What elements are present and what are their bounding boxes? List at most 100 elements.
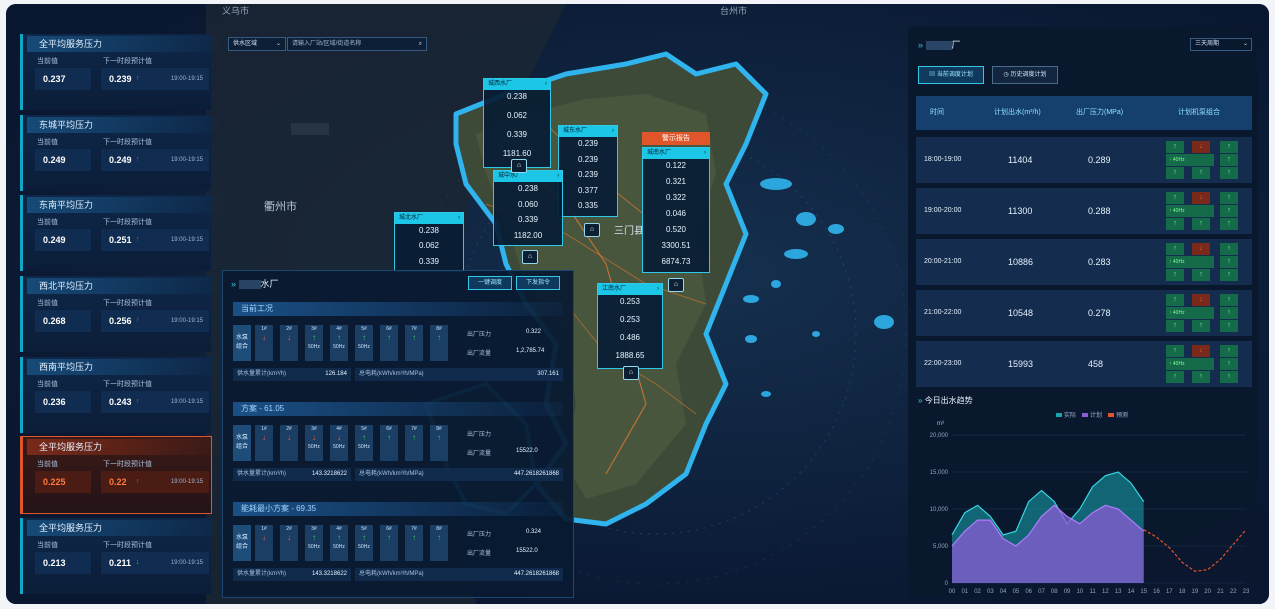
plant-popup[interactable]: 城西水厂 › 0.238 0.062 0.339 1181.60 <box>483 78 551 168</box>
pressure-card[interactable]: 全平均服务压力 当前值 下一时段预计值 0.225 0.22 ↑ 19:00-19:15 <box>20 436 223 514</box>
schedule-row[interactable]: 20:00-21:00 10886 0.283 ↑ ↓ ↑ ↑ 40Hz ↑ ↑ ↑ ↑ <box>916 239 1252 285</box>
period-select[interactable]: 三天周期 ⌄ <box>1190 38 1252 51</box>
chevron-right-icon: › <box>657 286 659 292</box>
pump-frequency: 50Hz <box>333 344 345 350</box>
outlet-flow-label: 出厂流量 <box>467 351 492 357</box>
popup-value: 0.238 <box>506 92 528 101</box>
energy-value: 447.2618261868 <box>513 471 559 477</box>
pump-cell[interactable]: 7# ↑ <box>405 325 423 361</box>
pump-cell[interactable]: 2# ↓ <box>280 325 298 361</box>
pump-label: 4# <box>336 426 342 432</box>
arrow-up-icon: ↑ <box>1220 167 1238 179</box>
pressure-card[interactable]: 东城平均压力 当前值 下一时段预计值 0.249 0.249 ↑ 19:00-19:15 <box>20 115 223 191</box>
region-filter-select[interactable]: 供水区域 ⌄ <box>228 37 286 51</box>
pump-cell[interactable]: 5# ↑ 50Hz <box>355 525 373 561</box>
schedule-row[interactable]: 22:00-23:00 15993 458 ↑ ↓ ↑ ↑ 40Hz ↑ ↑ ↑ ↑ <box>916 341 1252 387</box>
schedule-row[interactable]: 21:00-22:00 10548 0.278 ↑ ↓ ↑ ↑ 40Hz ↑ ↑ ↑ ↑ <box>916 290 1252 336</box>
pump-cell[interactable]: 6# ↑ <box>380 425 398 461</box>
pump-cell[interactable]: 2# ↓ <box>280 525 298 561</box>
row-flow: 15993 <box>1008 359 1034 369</box>
forecast-time: 19:00-19:15 <box>170 76 203 82</box>
arrow-up-icon: ↑ <box>1192 218 1210 230</box>
outlet-pressure-value: 0.324 <box>526 529 542 535</box>
pump-cell[interactable]: 8# ↑ <box>430 525 448 561</box>
plant-popup[interactable]: 江南水厂 › 0.253 0.253 0.486 1888.65 <box>597 283 663 369</box>
schedule-row[interactable]: 19:00-20:00 11300 0.288 ↑ ↓ ↑ ↑ 40Hz ↑ ↑ ↑ ↑ <box>916 188 1252 234</box>
plant-popup[interactable]: 城南水厂 › 0.122 0.321 0.322 0.046 0.520 3300.51 687… <box>642 147 710 273</box>
pump-cell[interactable]: 3# ↑ 50Hz <box>305 525 323 561</box>
arrow-down-icon: ↓ <box>1192 345 1210 357</box>
pump-cell[interactable]: 6# ↑ <box>380 325 398 361</box>
pressure-card[interactable]: 西南平均压力 当前值 下一时段预计值 0.236 0.243 ↑ 19:00-19:15 <box>20 357 223 433</box>
history-plan-button[interactable]: ◷ 历史调度计划 <box>992 66 1058 84</box>
next-value-box: 0.239 ↑ 19:00-19:15 <box>101 68 209 90</box>
pump-cell[interactable]: 3# ↓ 50Hz <box>305 425 323 461</box>
pump-cell[interactable]: 5# ↑ 50Hz <box>355 425 373 461</box>
pump-label: 2# <box>286 526 292 532</box>
current-plan-button[interactable]: ▤ 当前调度计划 <box>918 66 984 84</box>
plant-pin-icon[interactable]: ⌂ <box>511 159 527 173</box>
plant-panel-title: » 水厂 <box>231 277 279 290</box>
next-label: 下一时段预计值 <box>103 219 152 226</box>
arrow-up-icon: ↑ <box>437 333 441 342</box>
legend-item: 计划 <box>1082 411 1102 419</box>
arrow-up-icon: ↑ <box>1166 371 1184 383</box>
forecast-time: 19:00-19:15 <box>170 157 203 163</box>
pump-cell[interactable]: 7# ↑ <box>405 425 423 461</box>
pump-cell[interactable]: 4# ↑ 50Hz <box>330 325 348 361</box>
arrow-up-icon: ↑ <box>1220 256 1238 268</box>
map-search-input[interactable]: 请输入厂站/区域/街道名称 ⌕ <box>287 37 427 51</box>
next-value-box: 0.251 ↑ 19:00-19:15 <box>101 229 209 251</box>
pressure-card[interactable]: 西北平均压力 当前值 下一时段预计值 0.268 0.256 ↑ 19:00-19:15 <box>20 276 223 352</box>
plant-pin-icon[interactable]: ⌂ <box>668 278 684 292</box>
arrow-up-icon: ↑ <box>412 533 416 542</box>
plant-popup[interactable]: 城东水厂 › 0.239 0.239 0.239 0.377 0.335 <box>558 125 618 217</box>
schedule-row[interactable]: 18:00-19:00 11404 0.289 ↑ ↓ ↑ ↑ 40Hz ↑ ↑ ↑ ↑ <box>916 137 1252 183</box>
pump-cell[interactable]: 4# ↑ 50Hz <box>330 525 348 561</box>
next-value-box: 0.22 ↑ 19:00-19:15 <box>101 471 209 493</box>
pump-cell[interactable]: 8# ↑ <box>430 325 448 361</box>
pump-cell[interactable]: 1# ↓ <box>255 325 273 361</box>
outlet-flow-label: 出厂流量 <box>467 451 492 457</box>
pump-cell[interactable]: 1# ↓ <box>255 525 273 561</box>
pump-label: 5# <box>361 326 367 332</box>
pump-cell[interactable]: 7# ↑ <box>405 525 423 561</box>
row-pressure: 0.289 <box>1088 155 1111 165</box>
plant-pin-icon[interactable]: ⌂ <box>584 223 600 237</box>
pump-cell[interactable]: 5# ↑ 50Hz <box>355 325 373 361</box>
current-label: 当前值 <box>37 461 58 468</box>
plant-popup[interactable]: 城北水厂 › 0.238 0.062 0.339 <box>394 212 464 272</box>
pump-cell[interactable]: 2# ↓ <box>280 425 298 461</box>
pump-label: 2# <box>286 326 292 332</box>
pump-cell[interactable]: 4# ↓ 50Hz <box>330 425 348 461</box>
pressure-card[interactable]: 全平均服务压力 当前值 下一时段预计值 0.213 0.211 ↓ 19:00-19:15 <box>20 518 223 594</box>
next-value: 0.22 <box>109 477 127 487</box>
pump-cell[interactable]: 6# ↑ <box>380 525 398 561</box>
energy-label: 总电耗(kWh/km³/h/MPa) <box>359 371 424 377</box>
pump-cell[interactable]: 8# ↑ <box>430 425 448 461</box>
issue-command-button[interactable]: 下发指令 <box>516 276 560 290</box>
arrow-up-icon: ↑ <box>1220 358 1238 370</box>
x-tick-label: 22 <box>1230 589 1237 595</box>
arrow-up-icon: ↑ <box>1166 294 1184 306</box>
popup-value: 3300.51 <box>661 241 691 250</box>
one-click-schedule-button[interactable]: 一键调度 <box>468 276 512 290</box>
x-tick-label: 02 <box>974 589 981 595</box>
plant-pin-icon[interactable]: ⌂ <box>623 366 639 380</box>
search-icon: ⌕ <box>418 41 422 47</box>
pressure-card[interactable]: 全平均服务压力 当前值 下一时段预计值 0.237 0.239 ↑ 19:00-19:15 <box>20 34 223 110</box>
supply-total-bar: 供水量累计(km³/h) 143.3218622 <box>233 568 351 581</box>
popup-value: 0.253 <box>619 297 641 306</box>
x-tick-label: 05 <box>1013 589 1020 595</box>
warning-report-badge[interactable]: 警示报告 <box>642 132 710 145</box>
pressure-card[interactable]: 东南平均压力 当前值 下一时段预计值 0.249 0.251 ↑ 19:00-19:15 <box>20 195 223 271</box>
plant-popup[interactable]: 城中水厂 › 0.238 0.060 0.339 1182.00 <box>493 170 563 246</box>
x-tick-label: 17 <box>1166 589 1173 595</box>
arrow-up-icon: ↑ <box>1220 192 1238 204</box>
plant-pin-icon[interactable]: ⌂ <box>522 250 538 264</box>
arrow-up-icon: ↑ <box>337 533 341 542</box>
pump-frequency: 50Hz <box>358 444 370 450</box>
pump-cell[interactable]: 1# ↓ <box>255 425 273 461</box>
x-tick-label: 06 <box>1025 589 1032 595</box>
pump-cell[interactable]: 3# ↑ 50Hz <box>305 325 323 361</box>
